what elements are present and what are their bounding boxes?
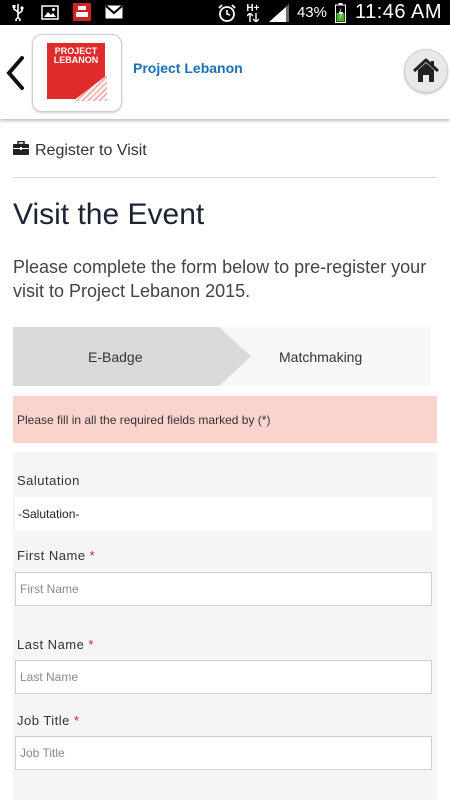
job-title-field[interactable] xyxy=(15,736,432,770)
breadcrumb-label: Register to Visit xyxy=(35,141,147,159)
required-marker: * xyxy=(88,637,94,652)
app-logo[interactable]: PROJECT LEBANON xyxy=(32,34,122,112)
alarm-icon xyxy=(217,3,237,22)
required-marker: * xyxy=(89,548,96,563)
first-name-field[interactable] xyxy=(15,572,432,606)
gmail-icon xyxy=(104,3,124,21)
status-bar: H+ 43% 11:46 AM xyxy=(0,0,450,25)
home-icon xyxy=(412,58,440,82)
intro-text: Please complete the form below to pre-re… xyxy=(13,257,427,301)
step-matchmaking-label[interactable]: Matchmaking xyxy=(279,349,362,365)
job-title-label: Job Title * xyxy=(17,713,80,728)
divider xyxy=(13,177,437,178)
page-title: Visit the Event xyxy=(13,198,205,231)
first-name-label: First Name * xyxy=(17,548,96,563)
battery-icon xyxy=(335,2,347,23)
chevron-left-icon xyxy=(6,56,24,90)
clock: 11:46 AM xyxy=(354,1,442,23)
briefcase-icon xyxy=(13,140,29,160)
home-button[interactable] xyxy=(404,49,448,93)
last-name-field[interactable] xyxy=(15,660,432,694)
step-e-badge-label: E-Badge xyxy=(88,349,143,365)
salutation-value: -Salutation- xyxy=(18,507,80,521)
signal-icon xyxy=(268,3,289,22)
registration-steps: E-Badge Matchmaking xyxy=(13,327,430,386)
usb-icon xyxy=(8,3,28,21)
app-title: Project Lebanon xyxy=(133,60,243,76)
registration-form: Salutation -Salutation- First Name* Last… xyxy=(13,452,437,800)
image-icon xyxy=(40,3,60,21)
logo-text: PROJECT LEBANON xyxy=(53,46,99,65)
network-icon: H+ xyxy=(245,3,261,22)
battery-percent: 43% xyxy=(296,4,327,21)
salutation-select[interactable]: -Salutation- xyxy=(15,497,432,531)
back-button[interactable] xyxy=(4,55,28,91)
alert-text: Please fill in all the required fields m… xyxy=(17,412,271,427)
app-notification-icon xyxy=(72,3,92,21)
required-fields-alert: Please fill in all the required fields m… xyxy=(13,396,437,443)
app-header: PROJECT LEBANON Project Lebanon xyxy=(0,25,450,119)
breadcrumb: Register to Visit xyxy=(13,140,147,160)
salutation-label: Salutation xyxy=(17,473,80,488)
last-name-label: Last Name * xyxy=(17,637,94,652)
required-marker: * xyxy=(73,713,80,728)
